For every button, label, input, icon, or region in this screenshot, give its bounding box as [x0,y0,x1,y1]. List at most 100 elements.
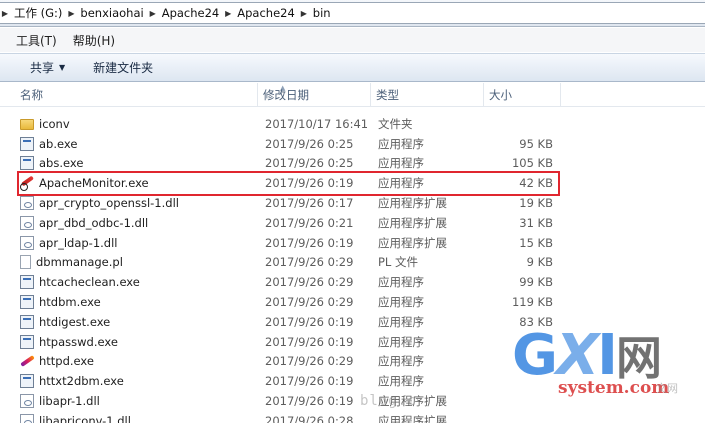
file-name-cell[interactable]: dbmmanage.pl [20,253,123,273]
file-size: 99 KB [519,275,553,290]
file-name-cell[interactable]: htdbm.exe [20,292,101,312]
column-header-name[interactable]: 名称 [16,83,258,107]
share-button[interactable]: 共享 ▼ [30,59,65,76]
breadcrumb[interactable]: ▶ 工作 (G:) ▶ benxiaohai ▶ Apache24 ▶ Apac… [0,2,705,24]
command-bar: 共享 ▼ 新建文件夹 [0,53,705,82]
watermark-cn: 文网 [656,382,678,395]
file-modified: 2017/9/26 0:29 [265,275,354,290]
breadcrumb-item-apache24[interactable]: Apache24 [158,3,224,23]
column-header-size-label: 大小 [489,88,512,102]
exe-icon [20,374,34,389]
menu-tools[interactable]: 工具(T) [16,32,57,49]
column-header-modified[interactable]: 修改日期 [259,83,371,107]
exe-icon [20,136,34,151]
breadcrumb-item-drive[interactable]: 工作 (G:) [10,3,66,23]
watermark-blog: blog.c [360,393,417,409]
file-modified: 2017/9/26 0:28 [265,413,354,423]
file-name-cell[interactable]: htcacheclean.exe [20,272,140,292]
file-name: dbmmanage.pl [36,255,123,270]
file-type: 应用程序 [378,354,424,369]
file-row[interactable]: apr_ldap-1.dll 2017/9/26 0:19 应用程序扩展 15 KB [0,233,705,253]
file-type: 应用程序 [378,374,424,389]
new-folder-label: 新建文件夹 [93,61,154,75]
breadcrumb-item-benxiaohai[interactable]: benxiaohai [76,3,147,23]
file-type: 应用程序扩展 [378,235,447,250]
file-name-cell[interactable]: apr_ldap-1.dll [20,233,117,253]
file-row[interactable]: ApacheMonitor.exe 2017/9/26 0:19 应用程序 42 KB [0,173,705,193]
file-type: 应用程序 [378,176,424,191]
file-name-cell[interactable]: libapr-1.dll [20,391,100,411]
file-row[interactable]: htcacheclean.exe 2017/9/26 0:29 应用程序 99 KB [0,272,705,292]
dll-icon [20,235,34,250]
chevron-right-icon[interactable]: ▶ [299,3,309,23]
file-name: httpd.exe [39,354,94,369]
file-modified: 2017/9/26 0:25 [265,156,354,171]
breadcrumb-item-apache24-inner[interactable]: Apache24 [233,3,299,23]
chevron-right-icon[interactable]: ▶ [148,3,158,23]
watermark-logo-g: G [512,323,558,388]
file-row[interactable]: htdbm.exe 2017/9/26 0:29 应用程序 119 KB [0,292,705,312]
column-header-type-label: 类型 [376,88,399,102]
chevron-right-icon[interactable]: ▶ [0,3,10,23]
column-header-type[interactable]: 类型 [372,83,484,107]
file-name: htdigest.exe [39,314,111,329]
file-name-cell[interactable]: apr_dbd_odbc-1.dll [20,213,148,233]
file-name: htdbm.exe [39,295,101,310]
file-name: libapriconv-1.dll [39,413,131,423]
file-modified: 2017/9/26 0:19 [265,334,354,349]
file-name-cell[interactable]: apr_crypto_openssl-1.dll [20,193,179,213]
column-header-size[interactable]: 大小 [485,83,561,107]
file-row[interactable]: apr_crypto_openssl-1.dll 2017/9/26 0:17 应用… [0,193,705,213]
chevron-right-icon[interactable]: ▶ [223,3,233,23]
new-folder-button[interactable]: 新建文件夹 [93,59,153,76]
file-modified: 2017/9/26 0:19 [265,394,354,409]
chevron-right-icon[interactable]: ▶ [66,3,76,23]
file-name-cell[interactable]: ApacheMonitor.exe [20,173,149,193]
file-row[interactable]: abs.exe 2017/9/26 0:25 应用程序 105 KB [0,154,705,174]
file-type: 应用程序 [378,295,424,310]
file-modified: 2017/9/26 0:25 [265,136,354,151]
file-name: htcacheclean.exe [39,275,140,290]
file-row[interactable]: dbmmanage.pl 2017/9/26 0:29 PL 文件 9 KB [0,253,705,273]
file-name-cell[interactable]: htpasswd.exe [20,332,118,352]
share-label: 共享 [30,61,55,75]
dll-icon [20,215,34,230]
file-name-cell[interactable]: httxt2dbm.exe [20,371,124,391]
dll-icon [20,394,34,409]
column-header-name-label: 名称 [20,88,43,102]
file-modified: 2017/9/26 0:17 [265,196,354,211]
file-name-cell[interactable]: htdigest.exe [20,312,110,332]
file-size [487,114,553,134]
file-icon [20,255,31,270]
file-row[interactable]: ab.exe 2017/9/26 0:25 应用程序 95 KB [0,134,705,154]
file-type: 应用程序 [378,314,424,329]
file-name-cell[interactable]: abs.exe [20,154,83,174]
address-bar[interactable]: ▶ 工作 (G:) ▶ benxiaohai ▶ Apache24 ▶ Apac… [0,0,705,27]
file-row[interactable]: iconv 2017/10/17 16:41 文件夹 [0,114,705,134]
breadcrumb-item-bin[interactable]: bin [309,3,335,23]
file-type: 应用程序扩展 [378,413,447,423]
file-name-cell[interactable]: ab.exe [20,134,77,154]
file-size: 105 KB [511,156,553,171]
file-name-cell[interactable]: libapriconv-1.dll [20,411,131,423]
file-name: abs.exe [39,156,84,171]
file-name-cell[interactable]: iconv [20,114,70,134]
file-row[interactable]: apr_dbd_odbc-1.dll 2017/9/26 0:21 应用程序扩展 31… [0,213,705,233]
file-name: apr_crypto_openssl-1.dll [39,196,179,211]
file-name-cell[interactable]: httpd.exe [20,352,94,372]
exe-icon [20,156,34,171]
file-modified: 2017/9/26 0:19 [265,176,354,191]
menu-help[interactable]: 帮助(H) [73,32,115,49]
apache-monitor-icon [20,176,34,192]
file-size: 42 KB [519,176,553,191]
caret-down-icon: ▼ [59,63,66,72]
file-modified: 2017/9/26 0:29 [265,354,354,369]
file-name: htpasswd.exe [39,334,118,349]
file-type: 文件夹 [378,116,413,131]
file-modified: 2017/9/26 0:19 [265,374,354,389]
column-header-row: ▲ 名称 修改日期 类型 大小 [0,83,705,107]
menu-bar: 工具(T) 帮助(H) [0,28,705,52]
folder-icon [20,119,34,131]
file-type: 应用程序扩展 [378,196,447,211]
file-modified: 2017/9/26 0:21 [265,215,354,230]
